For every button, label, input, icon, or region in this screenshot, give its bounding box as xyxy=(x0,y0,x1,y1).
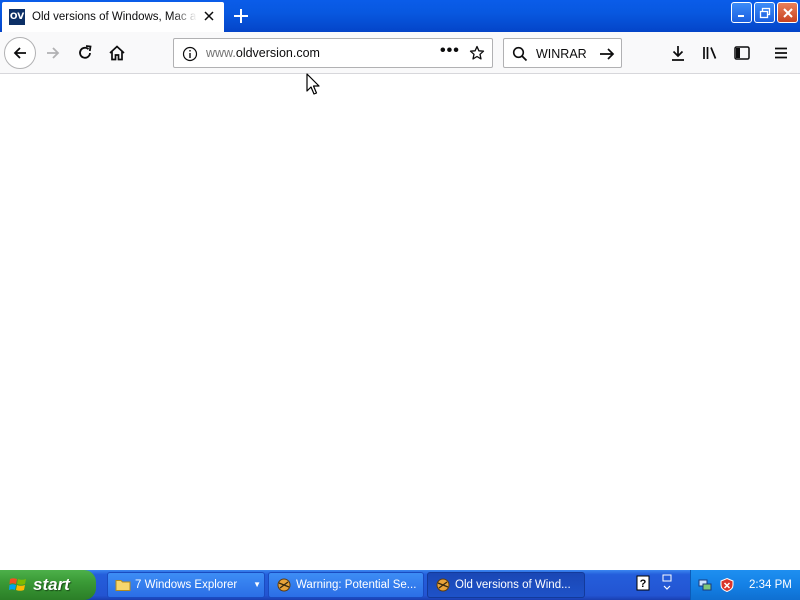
new-tab-icon[interactable] xyxy=(231,6,251,26)
forward-arrow-icon xyxy=(47,47,60,59)
browser-tab[interactable]: OV Old versions of Windows, Mac and Linu… xyxy=(2,2,224,32)
task-label: Warning: Potential Se... xyxy=(296,579,417,591)
desktop-screen: OV Old versions of Windows, Mac and Linu… xyxy=(0,0,800,600)
reload-button[interactable] xyxy=(74,42,96,64)
folder-icon xyxy=(115,580,131,591)
windows-logo-icon xyxy=(9,578,26,591)
url-prefix: www. xyxy=(206,46,236,60)
url-domain: oldversion.com xyxy=(235,46,320,60)
home-icon xyxy=(109,45,125,61)
taskbar-item-windows-explorer[interactable]: 7 Windows Explorer ▼ xyxy=(107,572,265,598)
restore-icon xyxy=(759,7,770,18)
svg-text:?: ? xyxy=(640,578,647,590)
reload-icon xyxy=(79,45,92,59)
tab-title: Old versions of Windows, Mac and Linux S… xyxy=(32,11,197,23)
search-icon xyxy=(512,46,528,62)
tab-close-icon[interactable] xyxy=(202,9,216,23)
url-bar[interactable]: www.oldversion.com ••• xyxy=(173,38,493,68)
hamburger-menu-icon xyxy=(775,47,787,59)
help-icon[interactable]: ? xyxy=(636,575,650,591)
minimize-button[interactable] xyxy=(731,2,752,23)
browser-titlebar: OV Old versions of Windows, Mac and Linu… xyxy=(0,0,800,32)
site-info-icon[interactable] xyxy=(182,46,198,62)
navigation-toolbar: www.oldversion.com ••• WINRAR xyxy=(0,32,800,74)
start-button[interactable]: start xyxy=(0,570,96,600)
network-icon[interactable] xyxy=(697,577,713,593)
library-button[interactable] xyxy=(699,42,721,64)
task-label: 7 Windows Explorer xyxy=(135,579,238,591)
back-button[interactable] xyxy=(4,37,36,69)
page-actions-menu-icon[interactable]: ••• xyxy=(440,42,460,60)
task-label: Old versions of Wind... xyxy=(455,579,571,591)
url-text: www.oldversion.com xyxy=(206,46,320,60)
search-go-arrow-icon[interactable] xyxy=(598,45,616,63)
download-icon xyxy=(672,46,684,61)
minimize-icon xyxy=(737,14,744,17)
system-clock[interactable]: 2:34 PM xyxy=(749,579,792,591)
page-content[interactable] xyxy=(0,75,800,570)
home-button[interactable] xyxy=(106,42,128,64)
menu-button[interactable] xyxy=(770,42,792,64)
mouse-cursor-icon xyxy=(306,73,320,95)
downloads-button[interactable] xyxy=(667,42,689,64)
library-icon xyxy=(703,47,717,59)
browser-window-icon xyxy=(277,578,291,592)
security-shield-icon[interactable] xyxy=(719,577,735,593)
search-bar[interactable]: WINRAR xyxy=(503,38,622,68)
start-label: start xyxy=(33,575,70,594)
site-favicon-icon: OV xyxy=(9,9,25,25)
window-controls xyxy=(731,2,798,23)
forward-button[interactable] xyxy=(42,42,64,64)
back-arrow-icon xyxy=(13,47,26,59)
close-icon xyxy=(782,7,793,18)
sidebar-button[interactable] xyxy=(731,42,753,64)
show-hidden-icons-icon[interactable] xyxy=(660,573,674,593)
browser-window-icon xyxy=(436,578,450,592)
taskbar-item-old-versions[interactable]: Old versions of Wind... xyxy=(427,572,585,598)
restore-button[interactable] xyxy=(754,2,775,23)
search-input[interactable]: WINRAR xyxy=(536,47,587,61)
close-window-button[interactable] xyxy=(777,2,798,23)
taskbar-item-warning[interactable]: Warning: Potential Se... xyxy=(268,572,424,598)
taskbar: start 7 Windows Explorer ▼ Warning: Pote… xyxy=(0,570,800,600)
group-dropdown-icon: ▼ xyxy=(253,580,261,589)
sidebar-icon xyxy=(734,46,750,60)
system-tray: 2:34 PM xyxy=(690,570,800,600)
bookmark-star-icon[interactable] xyxy=(469,45,485,61)
